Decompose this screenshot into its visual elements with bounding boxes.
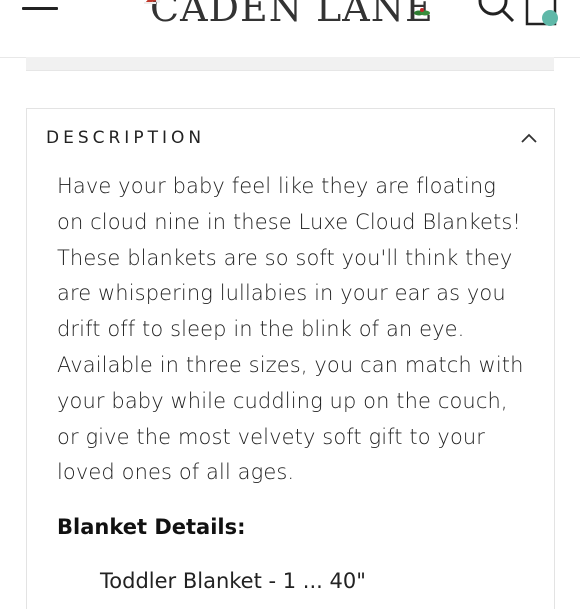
description-paragraph: Have your baby feel like they are floati… [57,174,524,485]
promo-bar [26,57,554,71]
site-header: CADEN LANE [0,0,580,58]
santa-hat-icon [144,0,160,4]
description-title[interactable]: DESCRIPTION [46,127,205,149]
blanket-details-heading: Blanket Details: [57,515,246,539]
hamburger-menu-icon[interactable] [22,0,60,24]
search-icon[interactable] [476,0,516,26]
brand-logo[interactable]: CADEN LANE [144,0,433,30]
details-list-item: Toddler Blanket - 1 ... 40" [100,569,366,593]
cart-badge [542,10,558,26]
chevron-up-icon[interactable] [520,132,538,144]
holly-icon [414,8,430,16]
logo-text: CADEN LANE [150,0,434,30]
